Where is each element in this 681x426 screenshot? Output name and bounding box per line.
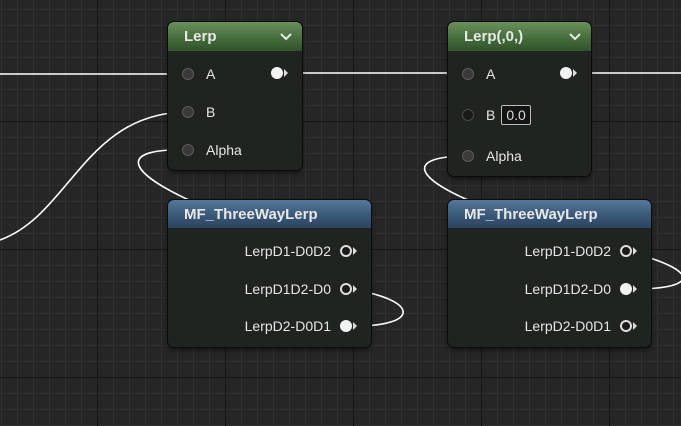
output-pin-socket[interactable]	[620, 283, 632, 295]
material-graph-canvas[interactable]: Lerp A B Alpha Lerp(,0,) A B 0.0 Alpha M…	[0, 0, 681, 426]
output-pin[interactable]	[560, 67, 577, 79]
pin-b-socket[interactable]	[462, 109, 474, 121]
output-pin-socket[interactable]	[340, 320, 352, 332]
lerp-const-node[interactable]: Lerp(,0,) A B 0.0 Alpha	[448, 22, 591, 176]
exec-output-pin-icon[interactable]	[271, 67, 283, 79]
chevron-down-icon[interactable]	[278, 29, 294, 45]
chevron-down-icon[interactable]	[567, 29, 583, 45]
pin-arrow-icon	[284, 69, 288, 77]
input-pin-a[interactable]: A	[462, 66, 495, 82]
input-pin-alpha[interactable]: Alpha	[462, 148, 522, 164]
output-pin-lerpd2-d0d1[interactable]: LerpD2-D0D1	[245, 318, 357, 334]
input-pin-b[interactable]: B	[182, 104, 215, 120]
pin-arrow-icon	[353, 285, 357, 293]
lerp-node-header[interactable]: Lerp	[168, 22, 302, 51]
output-pin-lerpd1-d0d2[interactable]: LerpD1-D0D2	[525, 243, 637, 259]
pin-alpha-socket[interactable]	[182, 144, 194, 156]
input-pin-b[interactable]: B 0.0	[462, 105, 531, 125]
output-pin-lerpd1-d0d2[interactable]: LerpD1-D0D2	[245, 243, 357, 259]
pin-b-label: B	[486, 107, 496, 123]
function-node[interactable]: MF_ThreeWayLerp LerpD1-D0D2 LerpD1D2-D0 …	[168, 200, 371, 347]
output-pin-socket[interactable]	[340, 283, 352, 295]
exec-output-pin-icon[interactable]	[560, 67, 572, 79]
function-node[interactable]: MF_ThreeWayLerp LerpD1-D0D2 LerpD1D2-D0 …	[448, 200, 651, 347]
node-title: MF_ThreeWayLerp	[184, 205, 318, 223]
output-label: LerpD1D2-D0	[244, 281, 331, 297]
output-pin-socket[interactable]	[620, 320, 632, 332]
pin-arrow-icon	[633, 247, 637, 255]
pin-arrow-icon	[353, 247, 357, 255]
function-node-header[interactable]: MF_ThreeWayLerp	[168, 200, 371, 228]
node-title: Lerp	[184, 28, 217, 45]
pin-a-socket[interactable]	[462, 68, 474, 80]
pin-arrow-icon	[353, 322, 357, 330]
pin-a-socket[interactable]	[182, 68, 194, 80]
output-label: LerpD1-D0D2	[244, 243, 331, 259]
pin-a-label: A	[486, 66, 496, 82]
pin-alpha-label: Alpha	[206, 142, 242, 158]
output-pin-socket[interactable]	[620, 245, 632, 257]
pin-alpha-socket[interactable]	[462, 150, 474, 162]
lerp-node[interactable]: Lerp A B Alpha	[168, 22, 302, 170]
pin-b-label: B	[206, 104, 216, 120]
function-node-header[interactable]: MF_ThreeWayLerp	[448, 200, 651, 228]
output-label: LerpD1D2-D0	[524, 281, 611, 297]
pin-alpha-label: Alpha	[486, 148, 522, 164]
lerp-node-header[interactable]: Lerp(,0,)	[448, 22, 591, 51]
output-pin-lerpd2-d0d1[interactable]: LerpD2-D0D1	[525, 318, 637, 334]
output-pin[interactable]	[271, 67, 288, 79]
pin-arrow-icon	[573, 69, 577, 77]
wire-input-to-lerp1-b[interactable]	[0, 111, 189, 241]
node-title: MF_ThreeWayLerp	[464, 205, 598, 223]
output-pin-lerpd1d2-d0[interactable]: LerpD1D2-D0	[245, 281, 357, 297]
b-value-input[interactable]: 0.0	[501, 105, 531, 125]
node-title: Lerp(,0,)	[464, 28, 524, 45]
output-pin-socket[interactable]	[340, 245, 352, 257]
output-label: LerpD2-D0D1	[524, 318, 611, 334]
pin-b-socket[interactable]	[182, 106, 194, 118]
input-pin-alpha[interactable]: Alpha	[182, 142, 242, 158]
input-pin-a[interactable]: A	[182, 66, 215, 82]
pin-arrow-icon	[633, 285, 637, 293]
output-pin-lerpd1d2-d0[interactable]: LerpD1D2-D0	[525, 281, 637, 297]
pin-arrow-icon	[633, 322, 637, 330]
pin-a-label: A	[206, 66, 216, 82]
output-label: LerpD1-D0D2	[524, 243, 611, 259]
output-label: LerpD2-D0D1	[244, 318, 331, 334]
